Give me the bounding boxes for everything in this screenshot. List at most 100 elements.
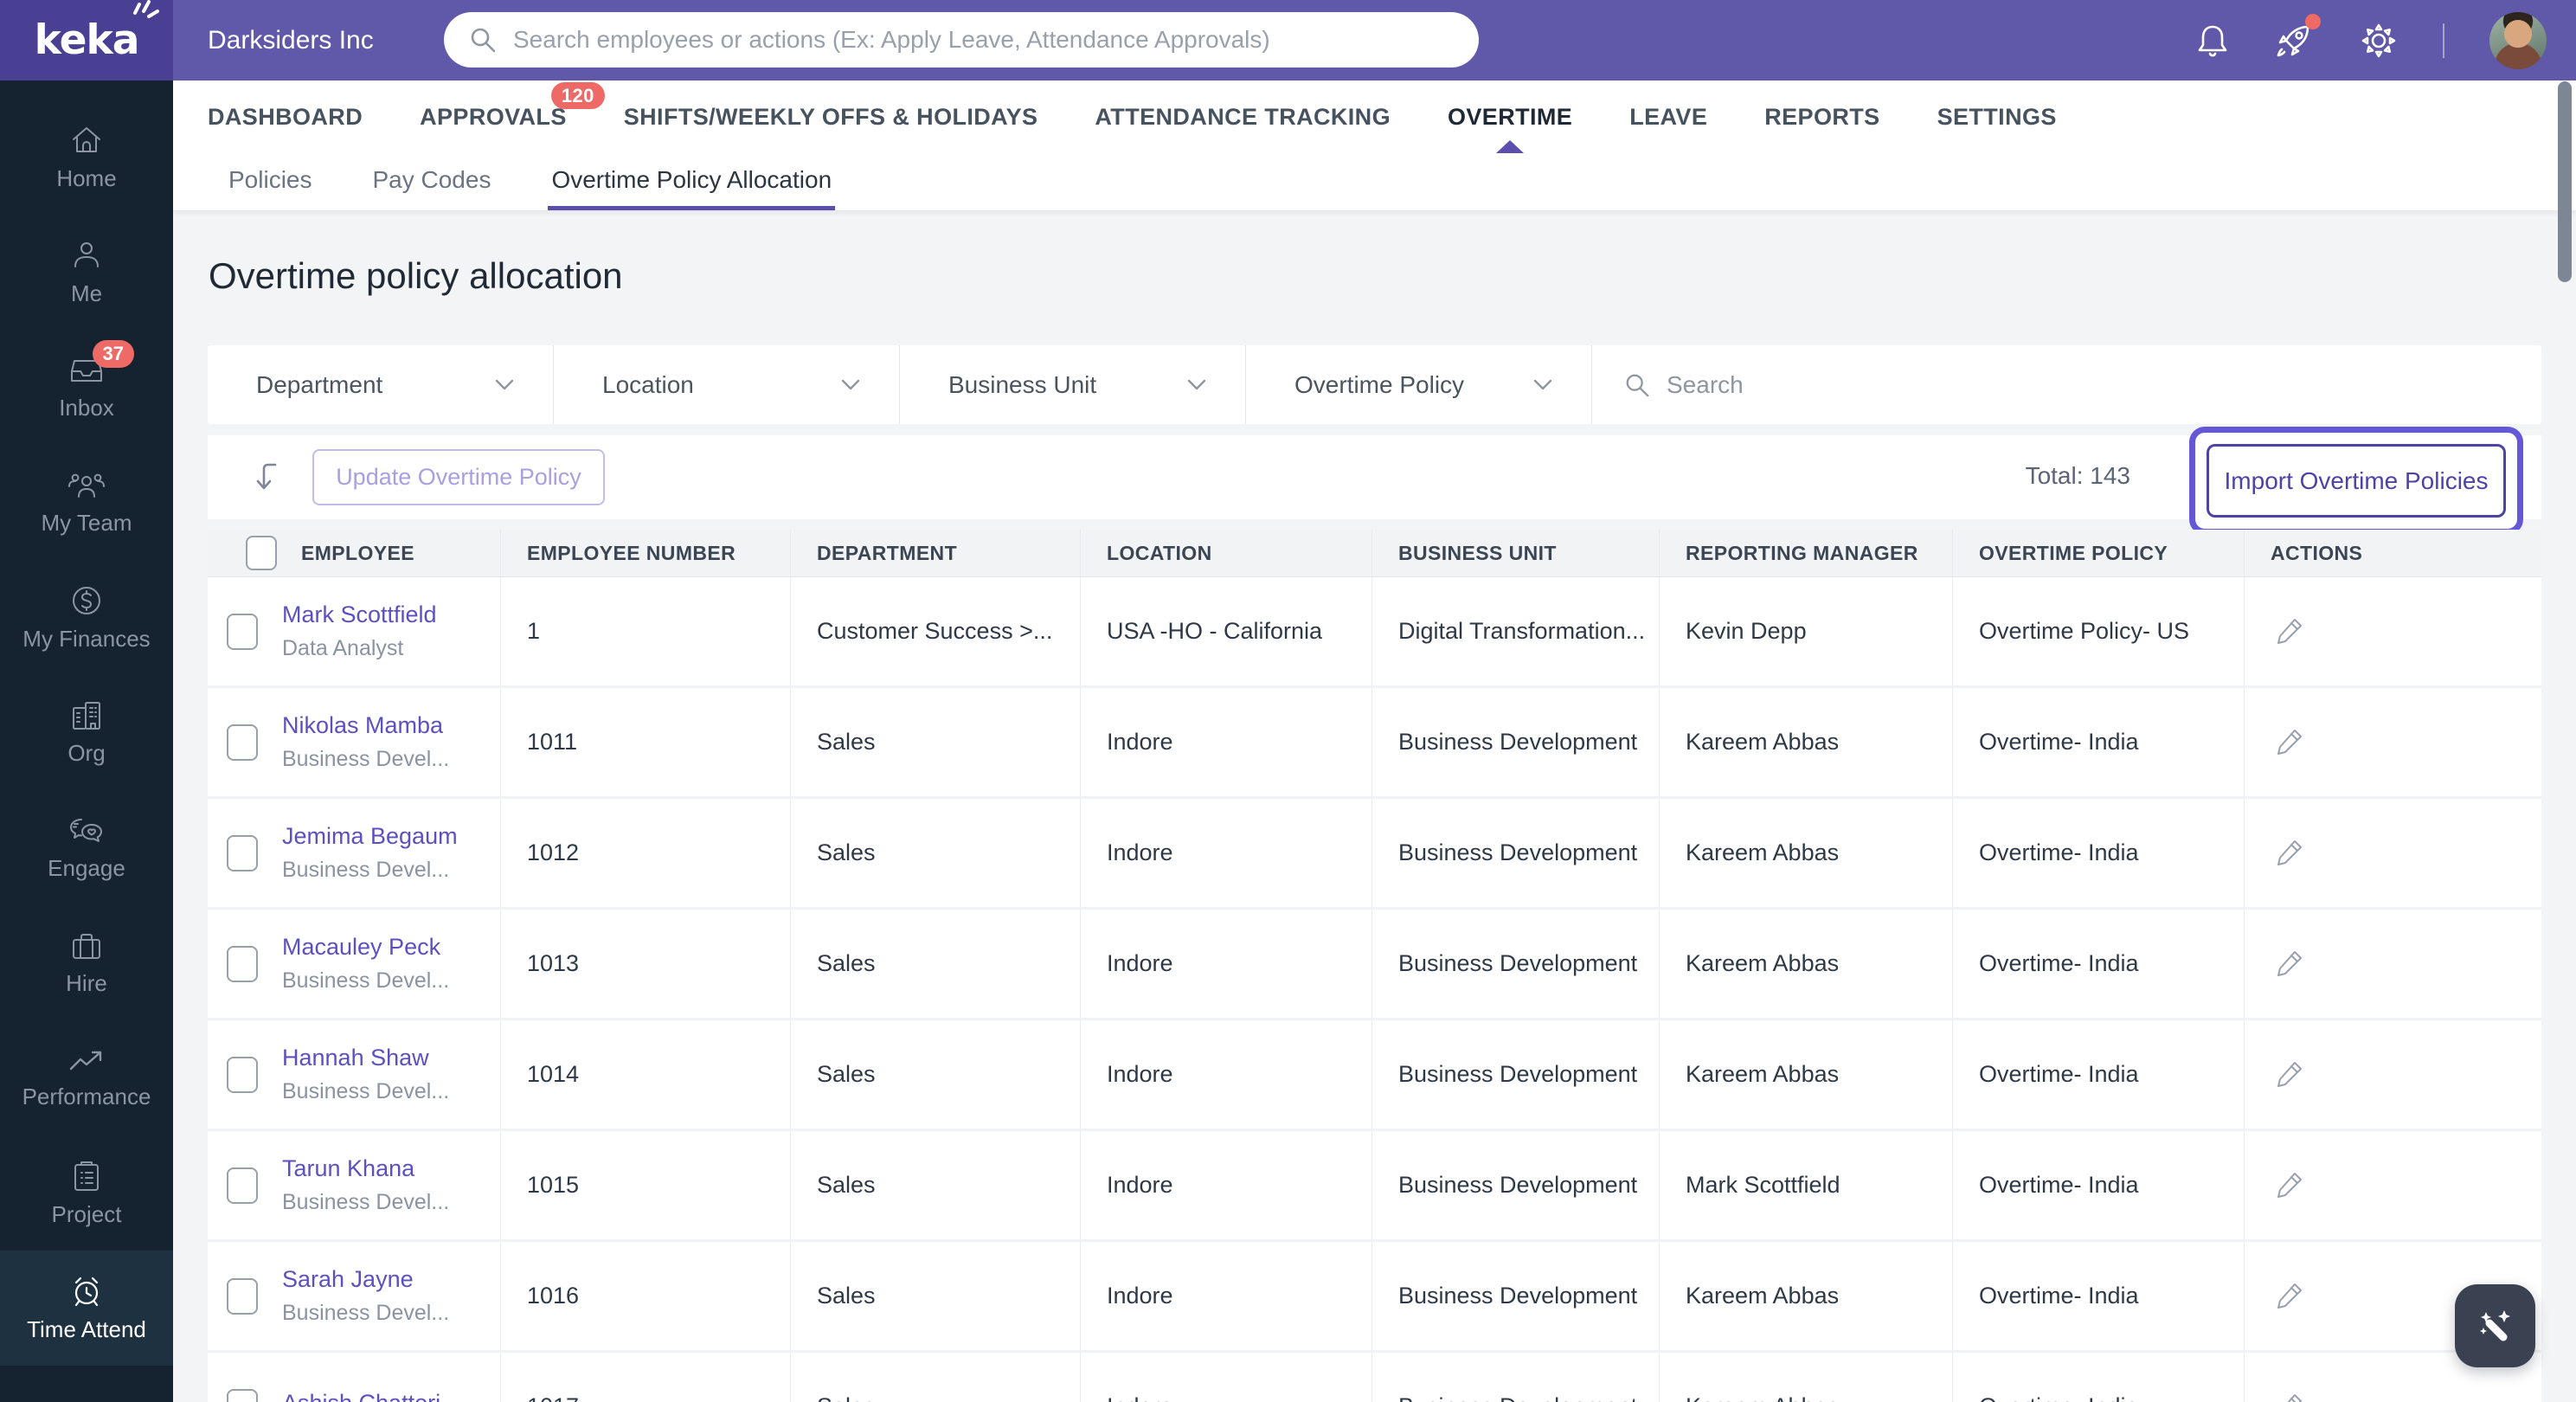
cell-department: Sales [791, 910, 1081, 1018]
edit-icon[interactable] [2271, 1278, 2307, 1315]
sidebar-item-time-attend[interactable]: Time Attend [0, 1251, 173, 1366]
col-overtime-policy: OVERTIME POLICY [1953, 530, 2245, 576]
edit-icon[interactable] [2271, 1167, 2307, 1204]
keka-logo[interactable]: keka [0, 0, 173, 80]
employee-link[interactable]: Tarun Khana [282, 1155, 449, 1182]
cell-overtime-policy: Overtime- India [1953, 799, 2245, 907]
sidebar-label: My Finances [22, 625, 151, 652]
cell-reporting-manager: Kareem Abbas [1660, 799, 1953, 907]
sidebar-label: Performance [22, 1083, 151, 1109]
table-search[interactable] [1592, 345, 2541, 424]
row-checkbox[interactable] [227, 945, 258, 982]
row-checkbox[interactable] [227, 1056, 258, 1093]
cell-location: Indore [1081, 799, 1372, 907]
cell-reporting-manager: Kareem Abbas [1660, 1353, 1953, 1402]
row-checkbox[interactable] [227, 613, 258, 650]
approvals-badge: 120 [550, 82, 605, 109]
import-overtime-policies-button[interactable]: Import Overtime Policies [2207, 444, 2506, 518]
row-checkbox[interactable] [227, 1277, 258, 1315]
edit-icon[interactable] [2271, 724, 2307, 761]
employee-link[interactable]: Hannah Shaw [282, 1045, 449, 1071]
team-icon [68, 473, 105, 498]
row-checkbox[interactable] [227, 1388, 258, 1402]
tab-attendance-tracking[interactable]: ATTENDANCE TRACKING [1095, 80, 1391, 153]
cell-reporting-manager: Kareem Abbas [1660, 910, 1953, 1018]
cell-business-unit: Business Development [1372, 1353, 1660, 1402]
cell-reporting-manager: Kevin Depp [1660, 577, 1953, 685]
col-employee-number: EMPLOYEE NUMBER [501, 530, 791, 576]
employee-link[interactable]: Jemima Begaum [282, 823, 458, 850]
subtab-pay-codes[interactable]: Pay Codes [369, 153, 494, 210]
cell-employee-number: 1011 [501, 688, 791, 796]
col-reporting-manager: REPORTING MANAGER [1660, 530, 1953, 576]
main-area: DASHBOARD APPROVALS 120 SHIFTS/WEEKLY OF… [173, 80, 2576, 1402]
employee-link[interactable]: Sarah Jayne [282, 1266, 449, 1293]
vertical-scrollbar[interactable] [2558, 81, 2572, 282]
select-all-checkbox[interactable] [246, 536, 277, 570]
subtab-policies[interactable]: Policies [225, 153, 315, 210]
employee-link[interactable]: Macauley Peck [282, 934, 449, 961]
active-tab-indicator [1496, 140, 1525, 153]
sidebar-item-home[interactable]: Home [0, 100, 173, 215]
sidebar-item-my-finances[interactable]: My Finances [0, 560, 173, 675]
sidebar-item-my-team[interactable]: My Team [0, 445, 173, 560]
row-checkbox[interactable] [227, 834, 258, 871]
tab-reports[interactable]: REPORTS [1764, 80, 1879, 153]
location-filter[interactable]: Location [554, 345, 900, 424]
sidebar-item-org[interactable]: Org [0, 675, 173, 790]
tab-dashboard[interactable]: DASHBOARD [208, 80, 363, 153]
sort-descending-icon[interactable] [253, 458, 287, 496]
sidebar-item-project[interactable]: Project [0, 1135, 173, 1251]
briefcase-icon [73, 933, 100, 959]
tab-leave[interactable]: LEAVE [1629, 80, 1707, 153]
edit-icon[interactable] [2271, 614, 2307, 650]
cell-reporting-manager: Mark Scottfield [1660, 1131, 1953, 1239]
col-employee: EMPLOYEE [301, 541, 415, 564]
cell-employee-number: 1015 [501, 1131, 791, 1239]
sidebar-item-me[interactable]: Me [0, 215, 173, 330]
table-search-input[interactable] [1665, 370, 2541, 400]
employee-designation: Business Devel... [282, 1079, 450, 1103]
assistant-wand-button[interactable] [2455, 1284, 2535, 1367]
row-checkbox[interactable] [227, 724, 258, 761]
global-search-input[interactable] [511, 25, 1455, 55]
tab-approvals[interactable]: APPROVALS 120 [420, 80, 605, 153]
tab-shifts-weekly-offs-holidays[interactable]: SHIFTS/WEEKLY OFFS & HOLIDAYS [624, 80, 1038, 153]
cell-department: Sales [791, 688, 1081, 796]
sidebar-item-hire[interactable]: Hire [0, 905, 173, 1020]
cell-business-unit: Digital Transformation... [1372, 577, 1660, 685]
edit-icon[interactable] [2271, 1389, 2307, 1402]
business-unit-filter[interactable]: Business Unit [900, 345, 1246, 424]
edit-icon[interactable] [2271, 835, 2307, 871]
cell-business-unit: Business Development [1372, 1131, 1660, 1239]
col-actions: ACTIONS [2271, 541, 2363, 564]
edit-icon[interactable] [2271, 946, 2307, 982]
update-overtime-policy-button[interactable]: Update Overtime Policy [312, 449, 605, 505]
overtime-policy-filter[interactable]: Overtime Policy [1246, 345, 1592, 424]
employee-link[interactable]: Mark Scottfield [282, 601, 437, 628]
employee-link[interactable]: Ashish Chatterj... [282, 1390, 460, 1402]
sidebar-item-inbox[interactable]: 37 Inbox [0, 330, 173, 445]
cell-employee-number: 1017 [501, 1353, 791, 1402]
subtab-overtime-policy-allocation[interactable]: Overtime Policy Allocation [548, 153, 836, 210]
employee-link[interactable]: Nikolas Mamba [282, 712, 449, 739]
page-content: Overtime policy allocation Department Lo… [173, 210, 2576, 1402]
global-search[interactable] [444, 12, 1479, 68]
notifications-bell-icon[interactable] [2195, 23, 2230, 59]
edit-icon[interactable] [2271, 1057, 2307, 1093]
table-row: Jemima Begaum Business Devel... 1012 Sal… [208, 799, 2541, 910]
settings-gear-icon[interactable] [2360, 22, 2398, 60]
cell-department: Sales [791, 1020, 1081, 1129]
sidebar-item-engage[interactable]: Engage [0, 790, 173, 905]
sidebar-item-performance[interactable]: Performance [0, 1020, 173, 1135]
tab-overtime[interactable]: OVERTIME [1448, 80, 1572, 153]
cell-business-unit: Business Development [1372, 688, 1660, 796]
tab-settings[interactable]: SETTINGS [1937, 80, 2057, 153]
keka-wordmark: keka [34, 16, 140, 64]
whats-new-rocket-icon[interactable] [2275, 13, 2321, 60]
row-checkbox[interactable] [227, 1167, 258, 1204]
table-row: Macauley Peck Business Devel... 1013 Sal… [208, 910, 2541, 1020]
department-filter[interactable]: Department [208, 345, 554, 424]
cell-department: Sales [791, 1353, 1081, 1402]
user-avatar[interactable] [2489, 11, 2547, 69]
